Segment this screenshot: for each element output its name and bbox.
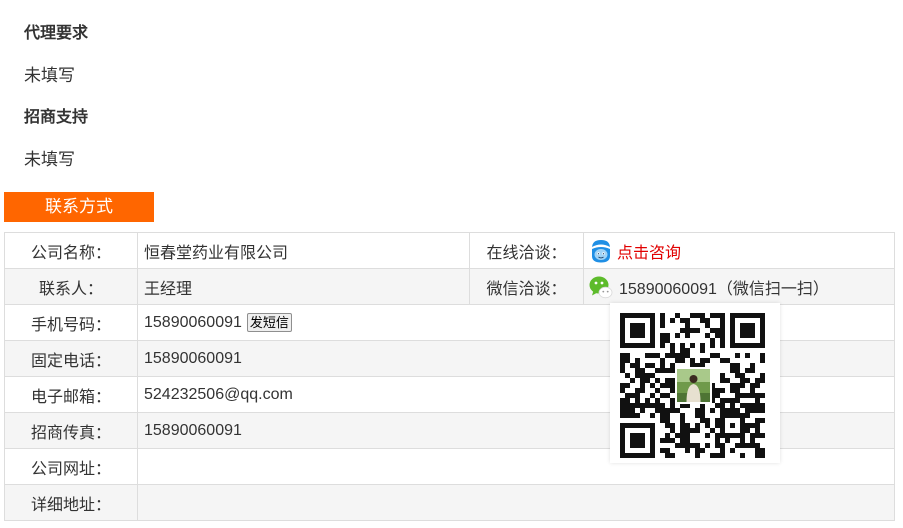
- online-chat-label: 在线洽谈：: [470, 233, 584, 269]
- website-label: 公司网址：: [5, 449, 138, 485]
- address-value: [138, 485, 895, 521]
- qq-chat-icon: [589, 239, 613, 263]
- fax-value: 15890060091: [138, 413, 895, 449]
- online-chat-link-text: 点击咨询: [617, 244, 682, 262]
- table-row-address: 详细地址：: [5, 485, 895, 521]
- address-label: 详细地址：: [5, 485, 138, 521]
- fax-label: 招商传真：: [5, 413, 138, 449]
- email-value: 524232506@qq.com: [138, 377, 895, 413]
- website-value: [138, 449, 895, 485]
- wechat-chat-cell: 15890060091（微信扫一扫）: [584, 269, 895, 305]
- section-value-agent-requirements: 未填写: [24, 66, 75, 85]
- qr-center-photo: [675, 367, 712, 404]
- mobile-label: 手机号码：: [5, 305, 138, 341]
- online-chat-cell: 点击咨询: [584, 233, 895, 269]
- contact-person-value: 王经理: [138, 269, 470, 305]
- wechat-info[interactable]: 15890060091（微信扫一扫）: [589, 275, 829, 299]
- contact-person-label: 联系人：: [5, 269, 138, 305]
- mobile-value: 15890060091: [144, 313, 242, 331]
- send-sms-button[interactable]: 发短信: [246, 313, 292, 332]
- company-value: 恒春堂药业有限公司: [138, 233, 470, 269]
- section-value-investment-support: 未填写: [24, 150, 75, 169]
- phone-value: 15890060091: [138, 341, 895, 377]
- mobile-cell: 15890060091 发短信: [138, 305, 895, 341]
- phone-label: 固定电话：: [5, 341, 138, 377]
- table-row-company: 公司名称： 恒春堂药业有限公司 在线洽谈： 点击咨询: [5, 233, 895, 269]
- wechat-chat-label: 微信洽谈：: [470, 269, 584, 305]
- contact-tab: 联系方式: [4, 192, 154, 222]
- email-label: 电子邮箱：: [5, 377, 138, 413]
- section-title-agent-requirements: 代理要求: [24, 25, 89, 42]
- wechat-icon: [589, 275, 613, 299]
- wechat-qr-code: [620, 313, 765, 458]
- company-label: 公司名称：: [5, 233, 138, 269]
- wechat-number-text: 15890060091（微信扫一扫）: [619, 280, 829, 298]
- online-chat-link[interactable]: 点击咨询: [589, 239, 681, 263]
- section-title-investment-support: 招商支持: [24, 109, 89, 126]
- wechat-qr-popup: [610, 303, 780, 463]
- table-row-contact-person: 联系人： 王经理 微信洽谈： 15890060091（微信扫一扫）: [5, 269, 895, 305]
